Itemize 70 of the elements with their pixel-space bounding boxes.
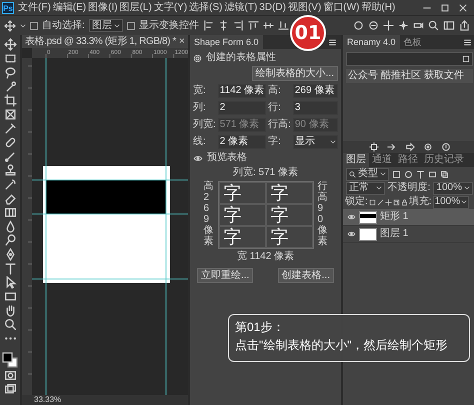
cell-glyph: 字: [270, 228, 288, 246]
field-label: 行高:: [268, 119, 291, 131]
menu-item[interactable]: 3D(D): [258, 2, 287, 14]
row-height-label: 行高90像素: [318, 181, 328, 247]
menu-item[interactable]: 帮助(H): [360, 2, 396, 14]
number-field[interactable]: 2 像素: [218, 135, 266, 149]
menu-item[interactable]: 文字(Y): [152, 2, 188, 14]
cell-glyph: 字: [224, 206, 242, 224]
panel-tab[interactable]: 通道: [369, 153, 395, 167]
fill-field[interactable]: 100%: [432, 196, 470, 208]
panel-link[interactable]: 公众号: [348, 70, 378, 82]
menu-item[interactable]: 窗口(W): [322, 2, 360, 14]
layer-row[interactable]: 矩形 1: [343, 209, 474, 226]
section-title: 创建的表格属性: [206, 52, 276, 64]
draw-size-button[interactable]: 绘制表格的大小...: [252, 66, 338, 81]
step-title: 第01步：: [235, 319, 286, 336]
number-field[interactable]: 269 像素: [292, 84, 338, 98]
display-select[interactable]: 显示: [292, 135, 338, 149]
cell-glyph: 字: [270, 206, 288, 224]
number-field[interactable]: 3: [292, 101, 338, 115]
document-tab[interactable]: 表格.psd @ 33.3% (矩形 1, RGB/8) * ×: [22, 35, 188, 48]
number-field[interactable]: 1142 像素: [218, 84, 266, 98]
menu-item[interactable]: 图像(I): [87, 2, 119, 14]
filter-select[interactable]: 类型: [346, 168, 389, 180]
panel-tab[interactable]: 图层: [343, 153, 369, 167]
checkbox-label: 显示变换控件: [138, 20, 199, 32]
panel-tab[interactable]: 历史记录: [421, 153, 467, 167]
checkbox-label: 自动选择:: [42, 20, 85, 32]
number-field[interactable]: 2: [218, 101, 266, 115]
layer-name: 图层 1: [380, 228, 408, 240]
cell-glyph: 字: [270, 184, 288, 202]
field-label: 字:: [268, 136, 282, 148]
blend-mode-select[interactable]: 正常: [346, 182, 385, 194]
cell-glyph: 字: [224, 184, 242, 202]
opacity-field[interactable]: 100%: [433, 182, 473, 194]
target-select[interactable]: 图层: [88, 19, 123, 32]
menu-item[interactable]: 图层(L): [118, 2, 153, 14]
layer-row[interactable]: 图层 1: [343, 226, 474, 243]
step-text: 点击"绘制表格的大小"，然后绘制个矩形: [235, 337, 449, 354]
panel-button[interactable]: 创建表格...: [278, 268, 334, 283]
preview-toggle-label: 预览表格: [207, 152, 247, 164]
zoom-level: 33.33%: [22, 395, 188, 405]
panel-button[interactable]: 立即重绘...: [197, 268, 254, 283]
fill-label: 填充:: [408, 196, 432, 208]
panel-link[interactable]: 酷推社区: [381, 70, 421, 82]
app-logo: Ps: [2, 2, 14, 14]
width-label: 宽 1142 像素: [236, 251, 294, 263]
field-label: 线:: [193, 136, 207, 148]
field-label: 高:: [268, 85, 282, 97]
field-label: 行:: [268, 102, 282, 114]
panel-link[interactable]: 获取文件: [424, 70, 464, 82]
cell-glyph: 字: [224, 228, 242, 246]
field-label: 列宽:: [193, 119, 216, 131]
menu-item[interactable]: 滤镜(T): [224, 2, 258, 14]
lock-label: 锁定:: [345, 196, 368, 208]
panel-tab[interactable]: Renamy 4.0: [343, 35, 400, 49]
tab-title: 表格.psd @ 33.3% (矩形 1, RGB/8) *: [25, 36, 176, 48]
menu-item[interactable]: 文件(F): [17, 2, 52, 14]
field-label: 列:: [193, 102, 207, 114]
field-label: 宽:: [193, 85, 207, 97]
column-width-label: 列宽: 571 像素: [232, 167, 298, 179]
panel-tab[interactable]: Shape Form 6.0: [190, 35, 263, 49]
opacity-label: 不透明度:: [388, 182, 430, 194]
panel-tab[interactable]: 路径: [395, 153, 421, 167]
menu-item[interactable]: 视图(V): [286, 2, 322, 14]
menu-item[interactable]: 编辑(E): [52, 2, 88, 14]
menu-item[interactable]: 选择(S): [188, 2, 224, 14]
layer-name: 矩形 1: [380, 211, 408, 223]
close-tab-button[interactable]: ×: [178, 36, 185, 46]
height-label: 高269像素: [204, 181, 214, 247]
